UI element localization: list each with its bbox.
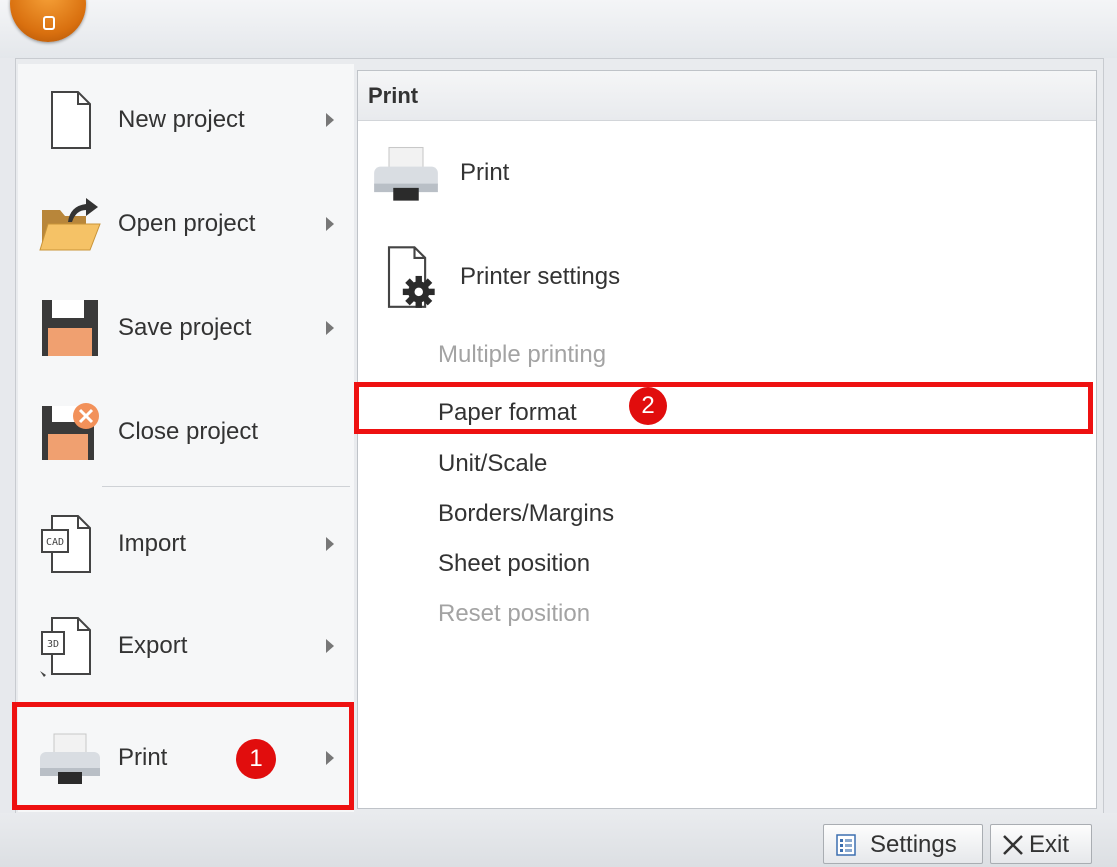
submenu-item-borders-margins[interactable]: Borders/Margins (438, 494, 614, 534)
import-cad-file-icon: CAD (41, 515, 91, 573)
close-x-icon (1003, 835, 1023, 855)
exit-button[interactable]: Exit (990, 824, 1092, 864)
menu-item-close-project[interactable]: Close project (18, 384, 354, 480)
menu-separator (102, 486, 350, 487)
menu-item-new-project[interactable]: New project (18, 72, 354, 168)
menu-item-label: Import (118, 530, 187, 557)
print-submenu: Print Print Printer settings Multiple pr… (357, 70, 1097, 809)
highlight-paper-format (354, 382, 1093, 434)
menu-item-save-project[interactable]: Save project (18, 280, 354, 376)
new-document-icon (51, 91, 91, 149)
submenu-arrow-icon (326, 217, 334, 231)
submenu-arrow-icon (326, 321, 334, 335)
open-folder-icon (39, 198, 101, 251)
submenu-arrow-icon (326, 113, 334, 127)
menu-item-label: New project (118, 106, 245, 133)
printer-settings-gear-icon (387, 246, 435, 308)
title-band (0, 0, 1117, 58)
menu-item-open-project[interactable]: Open project (18, 176, 354, 272)
submenu-arrow-icon (326, 537, 334, 551)
submenu-item-unit-scale[interactable]: Unit/Scale (438, 444, 547, 484)
submenu-title: Print (358, 71, 1096, 121)
submenu-item-sheet-position[interactable]: Sheet position (438, 544, 590, 584)
submenu-item-multiple-printing: Multiple printing (438, 341, 607, 368)
svg-text:CAD: CAD (46, 537, 64, 548)
callout-badge-1: 1 (236, 739, 276, 779)
settings-button[interactable]: Settings (823, 824, 983, 864)
submenu-item-label: Printer settings (460, 263, 621, 290)
menu-item-label: Close project (118, 418, 259, 445)
menu-item-label: Open project (118, 210, 256, 237)
floppy-disk-icon (42, 300, 98, 356)
resize-grip-icon (40, 671, 46, 677)
submenu-item-print[interactable]: Print (358, 125, 1096, 221)
submenu-item-label: Print (460, 159, 510, 186)
printer-icon (374, 146, 438, 201)
callout-badge-2: 2 (629, 387, 667, 425)
settings-list-icon (836, 834, 856, 856)
left-menu-panel: New project Open project Save project Cl… (18, 64, 354, 812)
menu-item-export[interactable]: 3D Export (18, 598, 354, 694)
submenu-item-reset-position: Reset position (438, 600, 591, 627)
submenu-item-printer-settings[interactable]: Printer settings (358, 229, 1096, 325)
menu-item-import[interactable]: CAD Import (18, 496, 354, 592)
menu-item-label: Export (118, 632, 188, 659)
submenu-arrow-icon (326, 639, 334, 653)
highlight-print-item (12, 702, 354, 810)
menu-item-label: Save project (118, 314, 252, 341)
exit-button-label: Exit (1029, 831, 1070, 858)
close-project-icon (42, 403, 99, 460)
settings-button-label: Settings (870, 831, 957, 858)
svg-text:3D: 3D (47, 639, 59, 650)
